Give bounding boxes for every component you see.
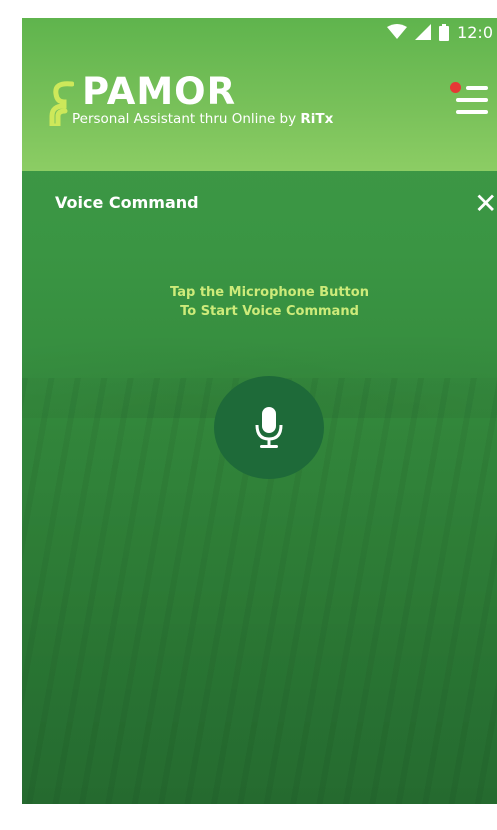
app-screen: 12:0 PAMOR Personal Assistant thru Onlin…: [22, 18, 497, 804]
signal-icon: [415, 24, 432, 40]
voice-instruction: Tap the Microphone Button To Start Voice…: [22, 283, 497, 321]
microphone-icon: [255, 406, 283, 448]
wifi-icon: [387, 24, 408, 40]
instruction-line-1: Tap the Microphone Button: [170, 285, 369, 300]
logo-tagline: Personal Assistant thru Online by RiTx: [72, 110, 333, 128]
instruction-line-2: To Start Voice Command: [180, 304, 359, 319]
tagline-brand: RiTx: [300, 111, 334, 127]
voice-command-title: Voice Command: [55, 193, 199, 212]
logo-wordmark: PAMOR: [82, 70, 237, 113]
tagline-text: Personal Assistant thru Online by: [72, 111, 301, 127]
battery-icon: [439, 23, 450, 41]
menu-button[interactable]: [446, 80, 488, 120]
close-button[interactable]: ✕: [474, 187, 497, 220]
pamor-logo: PAMOR Personal Assistant thru Online by …: [48, 70, 388, 134]
status-time: 12:0: [457, 22, 493, 42]
status-bar: 12:0: [343, 18, 497, 46]
app-header: 12:0 PAMOR Personal Assistant thru Onlin…: [22, 18, 497, 171]
notification-dot: [450, 82, 461, 93]
close-icon: ✕: [474, 187, 497, 220]
microphone-button[interactable]: [214, 376, 324, 479]
logo-mark-icon: [49, 81, 74, 126]
